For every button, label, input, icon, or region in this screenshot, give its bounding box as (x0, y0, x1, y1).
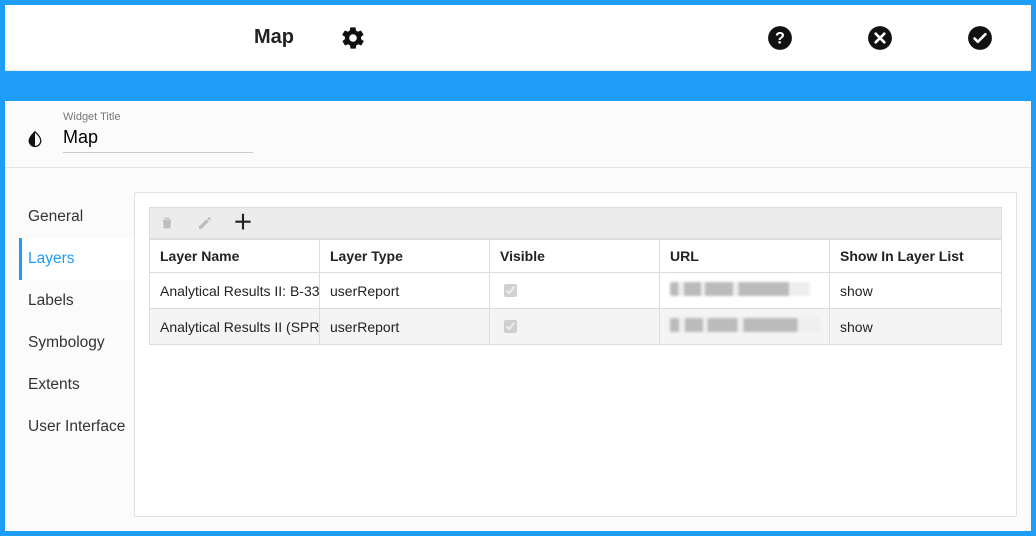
widget-title-row: Widget Title (5, 101, 1031, 167)
main-area: General Layers Labels Symbology Extents … (5, 168, 1031, 531)
cell-url (660, 273, 830, 309)
tab-panel-layers: ＋ Layer Name Layer Type Visible URL Show… (134, 192, 1017, 517)
tab-labels[interactable]: Labels (19, 280, 134, 322)
cell-type: userReport (320, 309, 490, 345)
url-redacted (670, 282, 810, 296)
confirm-icon[interactable] (967, 25, 993, 51)
cell-visible (490, 309, 660, 345)
table-row[interactable]: Analytical Results II: B-33 BE userRepor… (150, 273, 1002, 309)
col-header-show[interactable]: Show In Layer List (830, 240, 1002, 273)
dialog-title: Map (254, 5, 294, 70)
col-header-type[interactable]: Layer Type (320, 240, 490, 273)
table-row[interactable]: Analytical Results II (SPRING userReport… (150, 309, 1002, 345)
contrast-icon[interactable] (25, 129, 45, 149)
visible-checkbox[interactable] (504, 284, 517, 297)
cell-name: Analytical Results II (SPRING (150, 309, 320, 345)
tab-layers[interactable]: Layers (19, 238, 134, 280)
delete-icon[interactable] (158, 214, 176, 232)
widget-title-input[interactable] (63, 125, 253, 153)
help-icon[interactable]: ? (767, 25, 793, 51)
close-icon[interactable] (867, 25, 893, 51)
grid-toolbar: ＋ (149, 207, 1002, 239)
cell-show: show (830, 273, 1002, 309)
dialog-header: Map ? (5, 5, 1031, 71)
svg-text:?: ? (775, 29, 785, 47)
tab-symbology[interactable]: Symbology (19, 322, 134, 364)
cell-url (660, 309, 830, 345)
edit-icon[interactable] (196, 214, 214, 232)
tab-user-interface[interactable]: User Interface (19, 406, 134, 448)
tab-extents[interactable]: Extents (19, 364, 134, 406)
col-header-visible[interactable]: Visible (490, 240, 660, 273)
add-icon[interactable]: ＋ (234, 214, 252, 232)
gear-icon[interactable] (340, 25, 366, 51)
col-header-name[interactable]: Layer Name (150, 240, 320, 273)
cell-show: show (830, 309, 1002, 345)
url-redacted (670, 318, 820, 332)
accent-bar (5, 71, 1031, 101)
cell-visible (490, 273, 660, 309)
tab-general[interactable]: General (19, 196, 134, 238)
dialog-frame: Map ? Widget Title (0, 0, 1036, 536)
cell-name: Analytical Results II: B-33 BE (150, 273, 320, 309)
widget-title-label: Widget Title (63, 111, 253, 123)
table-header-row: Layer Name Layer Type Visible URL Show I… (150, 240, 1002, 273)
tab-list: General Layers Labels Symbology Extents … (19, 192, 134, 517)
col-header-url[interactable]: URL (660, 240, 830, 273)
cell-type: userReport (320, 273, 490, 309)
layers-table: Layer Name Layer Type Visible URL Show I… (149, 239, 1002, 345)
visible-checkbox[interactable] (504, 320, 517, 333)
